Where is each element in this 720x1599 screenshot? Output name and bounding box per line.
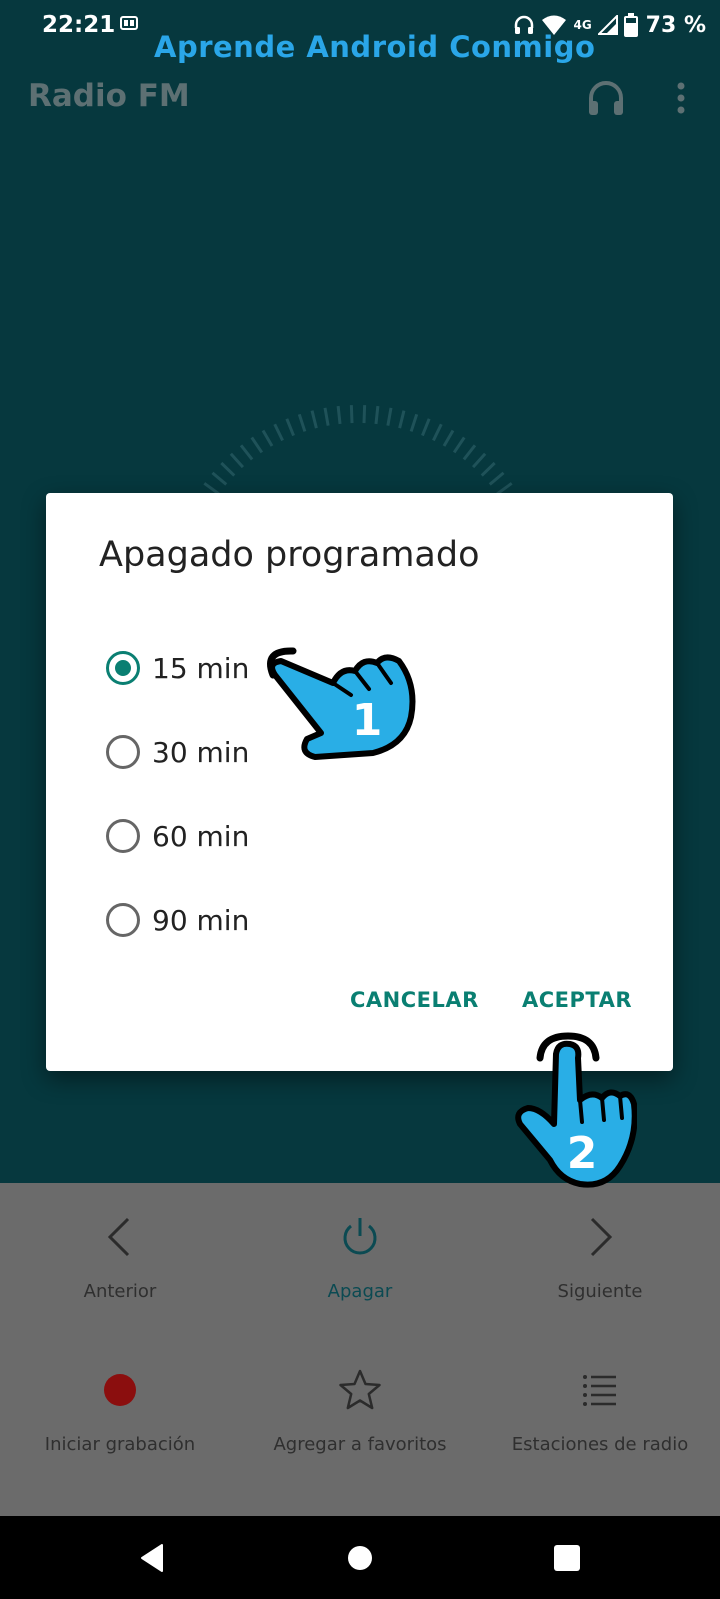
dial-tick bbox=[421, 418, 431, 437]
power-off-label: Apagar bbox=[327, 1281, 393, 1302]
option-90-min[interactable]: 90 min bbox=[106, 895, 249, 945]
more-vert-icon[interactable] bbox=[674, 82, 688, 114]
dial-tick bbox=[250, 436, 264, 454]
pointing-hand-icon-step-1: 1 bbox=[267, 647, 416, 760]
previous-label: Anterior bbox=[83, 1281, 157, 1302]
list-icon bbox=[583, 1375, 616, 1406]
stations-control[interactable]: Estaciones de radio bbox=[480, 1368, 720, 1455]
app-title: Radio FM bbox=[28, 78, 190, 114]
dialog-title: Apagado programado bbox=[99, 535, 480, 575]
recents-icon[interactable] bbox=[545, 1536, 589, 1580]
navigation-bar bbox=[0, 1516, 720, 1599]
dial-tick bbox=[349, 405, 354, 424]
bottom-controls: Anterior Apagar Siguiente Iniciar grabac… bbox=[0, 1183, 720, 1516]
dial-tick bbox=[273, 423, 284, 442]
accept-button[interactable]: ACEPTAR bbox=[522, 988, 632, 1012]
dial-tick bbox=[471, 452, 487, 469]
signal-icon bbox=[597, 15, 618, 35]
power-off-control[interactable]: Apagar bbox=[240, 1215, 480, 1302]
option-15-min[interactable]: 15 min bbox=[106, 643, 249, 693]
radio-button[interactable] bbox=[106, 819, 140, 853]
favorite-control[interactable]: Agregar a favoritos bbox=[240, 1368, 480, 1455]
chevron-left-icon bbox=[107, 1217, 130, 1257]
dial-tick bbox=[432, 423, 443, 442]
headphones-icon[interactable] bbox=[586, 78, 626, 118]
next-control[interactable]: Siguiente bbox=[480, 1215, 720, 1302]
dial-tick bbox=[310, 410, 318, 429]
sleep-timer-dialog: Apagado programado 15 min 30 min 60 min … bbox=[46, 493, 673, 1071]
dial-tick bbox=[480, 461, 496, 477]
dial-tick bbox=[285, 418, 295, 437]
back-icon[interactable] bbox=[130, 1536, 174, 1580]
dial-tick bbox=[261, 429, 274, 447]
previous-control[interactable]: Anterior bbox=[0, 1215, 240, 1302]
radio-button[interactable] bbox=[106, 735, 140, 769]
chevron-right-icon bbox=[590, 1217, 613, 1257]
dial-tick bbox=[374, 405, 380, 425]
battery-percentage: 73 % bbox=[645, 12, 706, 38]
watermark: Aprende Android Conmigo bbox=[154, 30, 596, 64]
step-1-number: 1 bbox=[352, 695, 383, 746]
cancel-button[interactable]: CANCELAR bbox=[350, 988, 479, 1012]
dial-tick bbox=[211, 471, 228, 486]
dial-tick bbox=[452, 436, 466, 454]
option-30-min[interactable]: 30 min bbox=[106, 727, 249, 777]
notification-icon bbox=[120, 16, 138, 30]
option-60-min[interactable]: 60 min bbox=[106, 811, 249, 861]
option-label: 30 min bbox=[152, 735, 250, 769]
dial-tick bbox=[297, 413, 307, 432]
radio-button[interactable] bbox=[106, 903, 140, 937]
dial-tick bbox=[409, 413, 419, 432]
next-label: Siguiente bbox=[557, 1281, 643, 1302]
record-control[interactable]: Iniciar grabación bbox=[0, 1368, 240, 1455]
pointing-hand-icon-step-2: 2 bbox=[515, 1032, 637, 1188]
option-label: 60 min bbox=[152, 819, 250, 853]
dial-tick bbox=[220, 461, 236, 477]
option-label: 90 min bbox=[152, 903, 250, 937]
favorite-label: Agregar a favoritos bbox=[273, 1434, 447, 1455]
step-2-number: 2 bbox=[567, 1128, 598, 1179]
dial-tick bbox=[386, 407, 393, 426]
dial-tick bbox=[442, 429, 455, 447]
dial-tick bbox=[229, 452, 245, 469]
battery-icon bbox=[623, 13, 638, 37]
star-icon bbox=[339, 1369, 381, 1410]
dial-tick bbox=[398, 410, 406, 429]
dial-tick bbox=[323, 407, 330, 426]
status-time: 22:21 bbox=[42, 12, 116, 38]
dial-tick bbox=[462, 444, 477, 461]
dial-tick bbox=[336, 405, 342, 425]
dial-tick bbox=[362, 405, 367, 424]
record-label: Iniciar grabación bbox=[44, 1434, 196, 1455]
power-icon bbox=[343, 1218, 377, 1255]
dial-tick bbox=[239, 444, 254, 461]
record-icon bbox=[104, 1374, 136, 1406]
stations-label: Estaciones de radio bbox=[511, 1434, 689, 1455]
dial-tick bbox=[488, 471, 505, 486]
radio-button-selected[interactable] bbox=[106, 651, 140, 685]
home-icon[interactable] bbox=[338, 1536, 382, 1580]
option-label: 15 min bbox=[152, 651, 250, 685]
